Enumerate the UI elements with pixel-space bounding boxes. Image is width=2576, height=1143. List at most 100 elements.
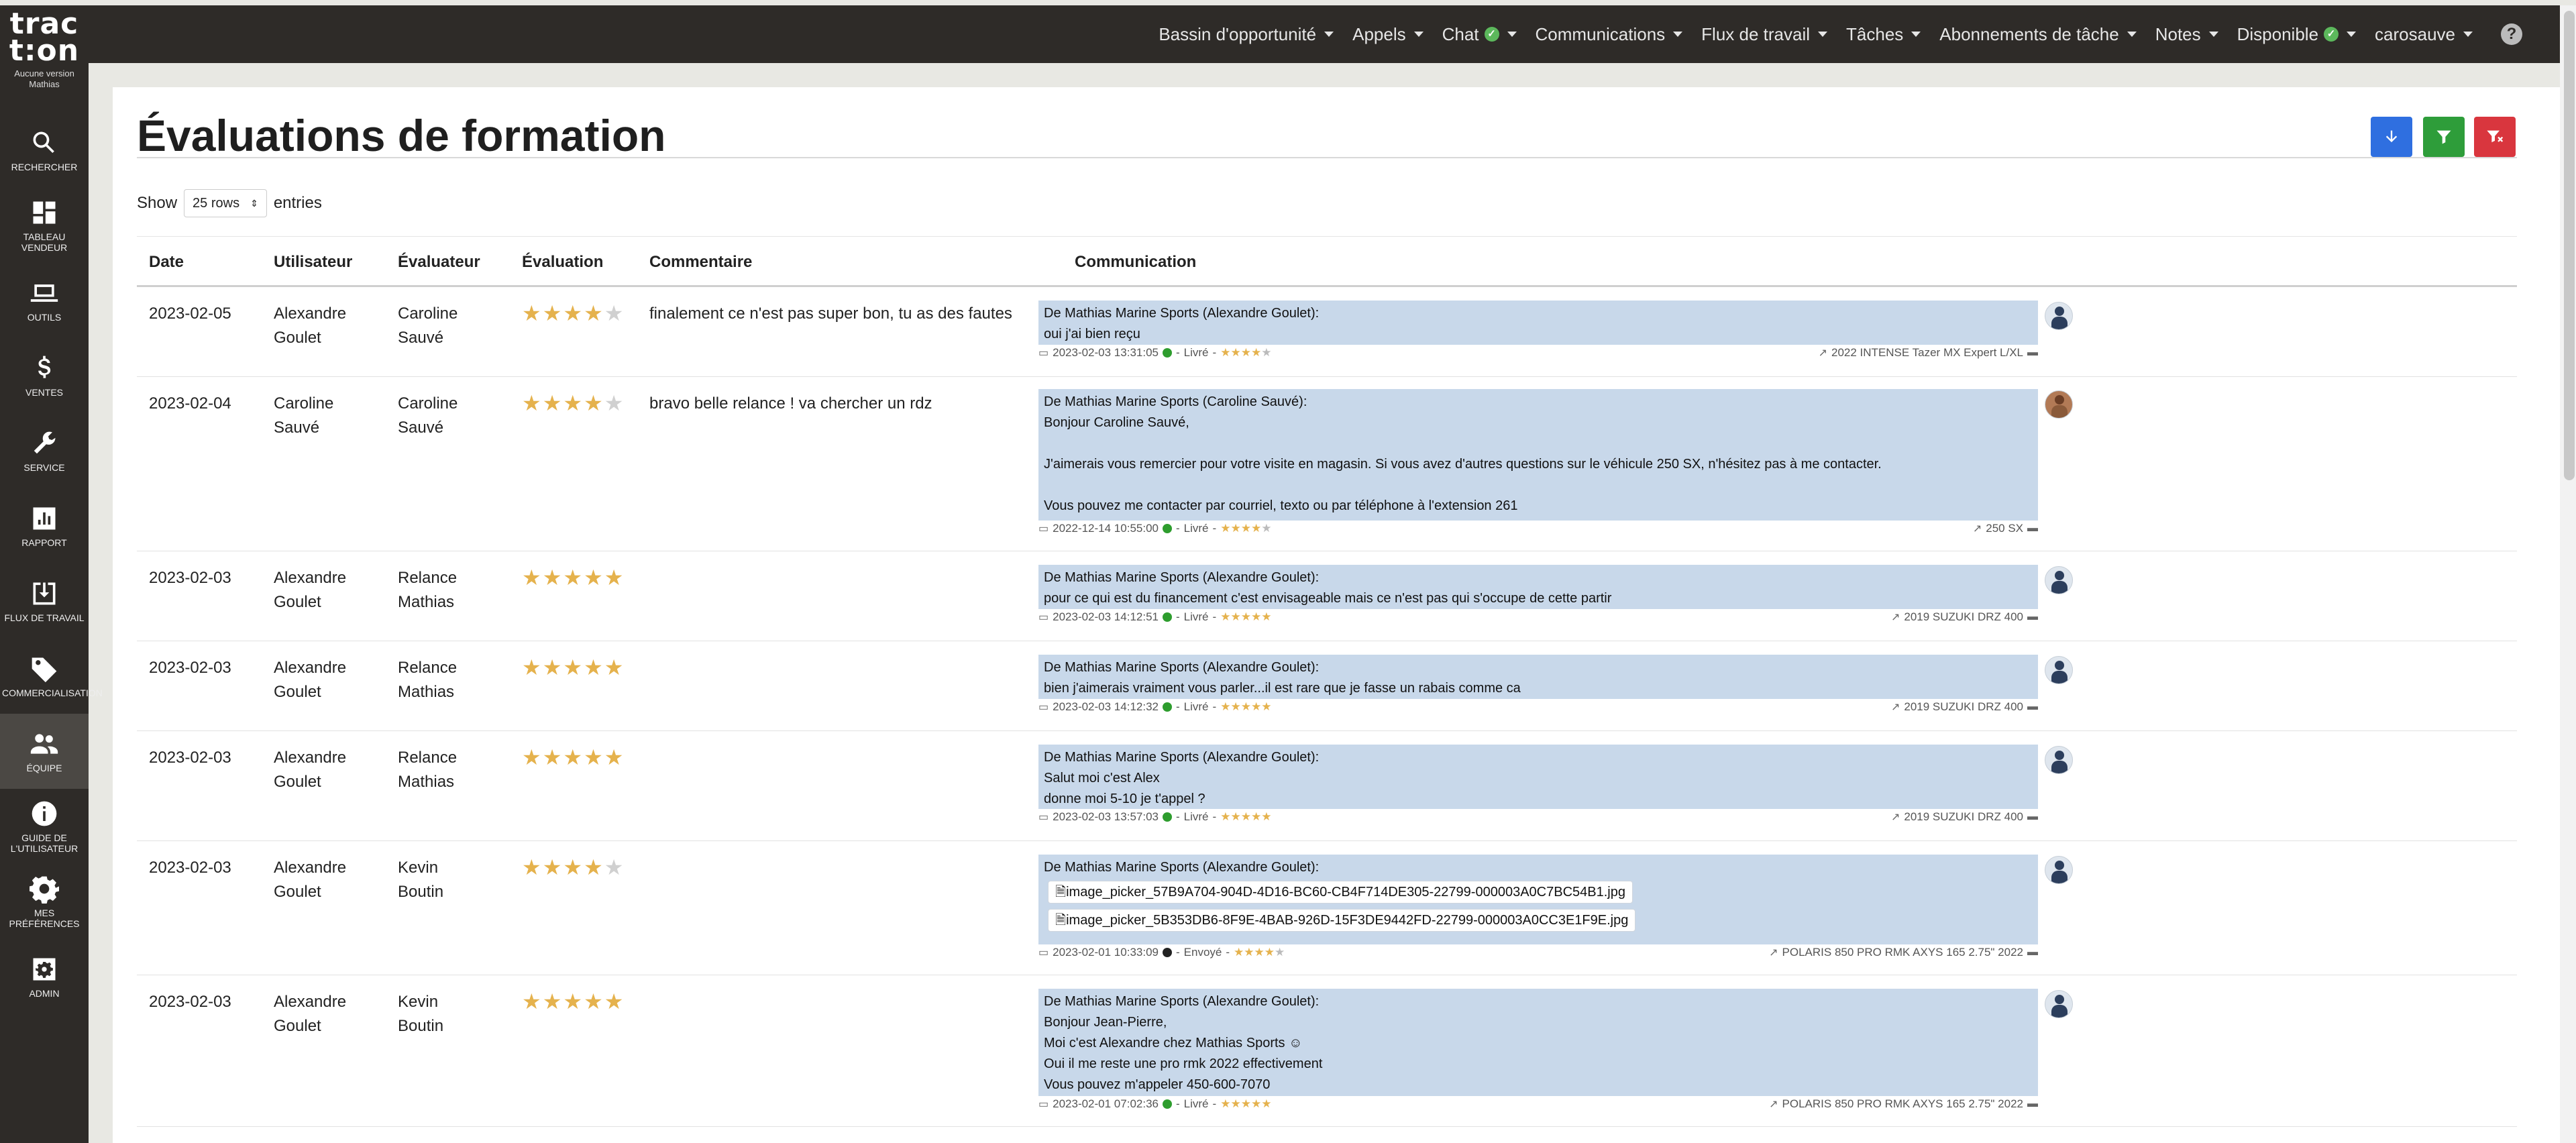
sidebar-item-tableau-vendeur[interactable]: TABLEAU VENDEUR — [0, 188, 89, 263]
attachment-link[interactable]: 🗎image_picker_57B9A704-904D-4D16-BC60-CB… — [1048, 881, 1633, 904]
star-filled-icon: ★ — [1250, 522, 1262, 535]
external-link-icon[interactable]: ↗ — [1891, 810, 1900, 824]
table-row[interactable]: 2023-02-04 Caroline Sauvé Caroline Sauvé br… — [137, 377, 2517, 551]
cell-user: Caroline Sauvé — [274, 394, 334, 437]
sidebar-item-outils[interactable]: OUTILS — [0, 263, 89, 338]
download-button[interactable] — [2371, 117, 2412, 157]
user-avatar[interactable] — [2045, 856, 2073, 884]
external-link-icon[interactable]: ↗ — [1819, 346, 1827, 360]
table-row[interactable]: 2023-02-03 Alexandre Goulet Kevin Boutin ★ ★… — [137, 841, 2517, 975]
separator: - — [1175, 522, 1180, 535]
user-avatar[interactable] — [2045, 390, 2073, 419]
sidebar-item-admin[interactable]: ADMIN — [0, 939, 89, 1014]
vehicle-link[interactable]: POLARIS 850 PRO RMK AXYS 165 2.75" 2022 — [1782, 1097, 2023, 1111]
filter-button[interactable] — [2423, 117, 2465, 157]
attachment-link[interactable]: 🗎image_picker_5B353DB6-8F9E-4BAB-926D-15… — [1048, 909, 1636, 932]
external-link-icon[interactable]: ↗ — [1769, 946, 1778, 959]
message-bubble[interactable]: De Mathias Marine Sports (Alexandre Goul… — [1038, 565, 2038, 609]
vehicle-link[interactable]: 2022 INTENSE Tazer MX Expert L/XL — [1831, 346, 2023, 360]
message-status: Livré — [1183, 700, 1209, 713]
caret-down-icon — [1413, 32, 1424, 37]
caret-down-icon — [2208, 32, 2218, 37]
table-row[interactable]: 2023-02-03 Alexandre Goulet Relance Mathia… — [137, 731, 2517, 841]
message-bubble[interactable]: De Mathias Marine Sports (Alexandre Goul… — [1038, 301, 2038, 345]
nav-disponible[interactable]: Disponible ✓ — [2228, 24, 2365, 45]
nav-label: Communications — [1535, 23, 1666, 44]
message-bubble[interactable]: De Mathias Marine Sports (Caroline Sauvé… — [1038, 389, 2038, 521]
message-bubble[interactable]: De Mathias Marine Sports (Alexandre Goul… — [1038, 655, 2038, 699]
col-header-rating[interactable]: Évaluation — [522, 253, 603, 272]
nav-abonnements[interactable]: Abonnements de tâche — [1930, 24, 2145, 45]
nav-flux[interactable]: Flux de travail — [1692, 24, 1837, 45]
attachment-filename: image_picker_57B9A704-904D-4D16-BC60-CB4… — [1066, 885, 1625, 900]
external-link-icon[interactable]: ↗ — [1769, 1097, 1778, 1111]
message-line: bien j'aimerais vraiment vous parler...i… — [1044, 681, 1521, 696]
sidebar-item-equipe[interactable]: ÉQUIPE — [0, 714, 89, 789]
nav-communications[interactable]: Communications — [1526, 24, 1693, 45]
external-link-icon[interactable]: ↗ — [1891, 700, 1900, 714]
message-bubble[interactable]: De Mathias Marine Sports (Alexandre Goul… — [1038, 989, 2038, 1096]
sidebar-item-label: VENTES — [25, 387, 63, 398]
user-avatar[interactable] — [2045, 566, 2073, 594]
avatar-body — [2051, 671, 2068, 684]
nav-bassin[interactable]: Bassin d'opportunité — [1149, 24, 1343, 45]
star-filled-icon: ★ — [563, 655, 583, 679]
message-status: Livré — [1183, 346, 1209, 359]
external-link-icon[interactable]: ↗ — [1973, 522, 1982, 535]
logo-line-2: t:on — [9, 34, 80, 68]
message-meta: ▭ 2023-02-01 10:33:09- Envoyé - ★★★★★ ↗ POLARI… — [1038, 946, 2038, 959]
avatar-head — [2055, 861, 2064, 870]
external-link-icon[interactable]: ↗ — [1891, 610, 1900, 624]
nav-user-menu[interactable]: carosauve — [2365, 24, 2482, 45]
sidebar-item-commercialisation[interactable]: COMMERCIALISATION — [0, 639, 103, 714]
file-icon: 🗎 — [1055, 885, 1067, 900]
page-scrollbar[interactable] — [2560, 5, 2576, 1143]
user-avatar[interactable] — [2045, 990, 2073, 1018]
sidebar-item-ventes[interactable]: VENTES — [0, 338, 89, 413]
table-row[interactable]: 2023-02-03 Alexandre Goulet Relance Mathia… — [137, 551, 2517, 641]
help-icon[interactable]: ? — [2501, 23, 2522, 45]
vehicle-link[interactable]: 2019 SUZUKI DRZ 400 — [1904, 700, 2023, 714]
user-avatar[interactable] — [2045, 656, 2073, 684]
clear-filter-button[interactable] — [2474, 117, 2516, 157]
col-header-comment[interactable]: Commentaire — [649, 253, 752, 272]
message-bubble[interactable]: De Mathias Marine Sports (Alexandre Goul… — [1038, 745, 2038, 809]
col-header-evaluator[interactable]: Évaluateur — [398, 253, 480, 272]
sidebar-item-rechercher[interactable]: RECHERCHER — [0, 113, 89, 188]
col-header-communication[interactable]: Communication — [1075, 253, 1196, 272]
vehicle-link[interactable]: POLARIS 850 PRO RMK AXYS 165 2.75" 2022 — [1782, 946, 2023, 959]
table-row[interactable]: 2023-02-05 Alexandre Goulet Caroline Sauvé… — [137, 287, 2517, 377]
scrollbar-thumb[interactable] — [2564, 11, 2575, 480]
nav-appels[interactable]: Appels — [1343, 24, 1433, 45]
sidebar-item-label: RAPPORT — [21, 537, 67, 548]
nav-taches[interactable]: Tâches — [1837, 24, 1930, 45]
user-avatar[interactable] — [2045, 302, 2073, 330]
nav-label: Bassin d'opportunité — [1159, 23, 1317, 44]
star-filled-icon: ★ — [1230, 522, 1241, 535]
message-bubble[interactable]: De Mathias Marine Sports (Alexandre Goul… — [1038, 855, 2038, 944]
table-row[interactable]: 2023-02-03 Alexandre Goulet Relance Mathia… — [137, 641, 2517, 731]
table-row[interactable]: 2023-02-03 Alexandre Goulet Kevin Boutin ★ ★… — [137, 975, 2517, 1127]
star-filled-icon: ★ — [1261, 610, 1272, 623]
vehicle-link[interactable]: 250 SX — [1986, 522, 2023, 535]
nav-chat[interactable]: Chat ✓ — [1433, 24, 1526, 45]
sidebar-item-preferences[interactable]: MES PRÉFÉRENCES — [0, 864, 89, 939]
vehicle-link[interactable]: 2019 SUZUKI DRZ 400 — [1904, 810, 2023, 824]
app-logo[interactable]: trac t:on Aucune version Mathias — [0, 5, 89, 113]
rows-select[interactable]: 25 rows ⇕ — [184, 189, 267, 217]
sidebar-item-guide[interactable]: GUIDE DE L'UTILISATEUR — [0, 789, 89, 864]
vehicle-link[interactable]: 2019 SUZUKI DRZ 400 — [1904, 610, 2023, 624]
sidebar-item-rapport[interactable]: RAPPORT — [0, 488, 89, 563]
col-header-date[interactable]: Date — [149, 253, 184, 272]
star-filled-icon: ★ — [563, 855, 583, 879]
user-avatar[interactable] — [2045, 746, 2073, 774]
sidebar-item-flux-de-travail[interactable]: FLUX DE TRAVAIL — [0, 563, 89, 639]
separator: - — [1212, 700, 1217, 713]
message-line: Vous pouvez m'appeler 450-600-7070 — [1044, 1077, 1271, 1092]
status-dot-icon — [1162, 812, 1172, 822]
rating-stars: ★ ★ ★ ★ ★ — [522, 655, 623, 679]
sidebar-item-label: FLUX DE TRAVAIL — [4, 612, 85, 623]
col-header-user[interactable]: Utilisateur — [274, 253, 352, 272]
sidebar-item-service[interactable]: SERVICE — [0, 413, 89, 488]
nav-notes[interactable]: Notes — [2146, 24, 2228, 45]
